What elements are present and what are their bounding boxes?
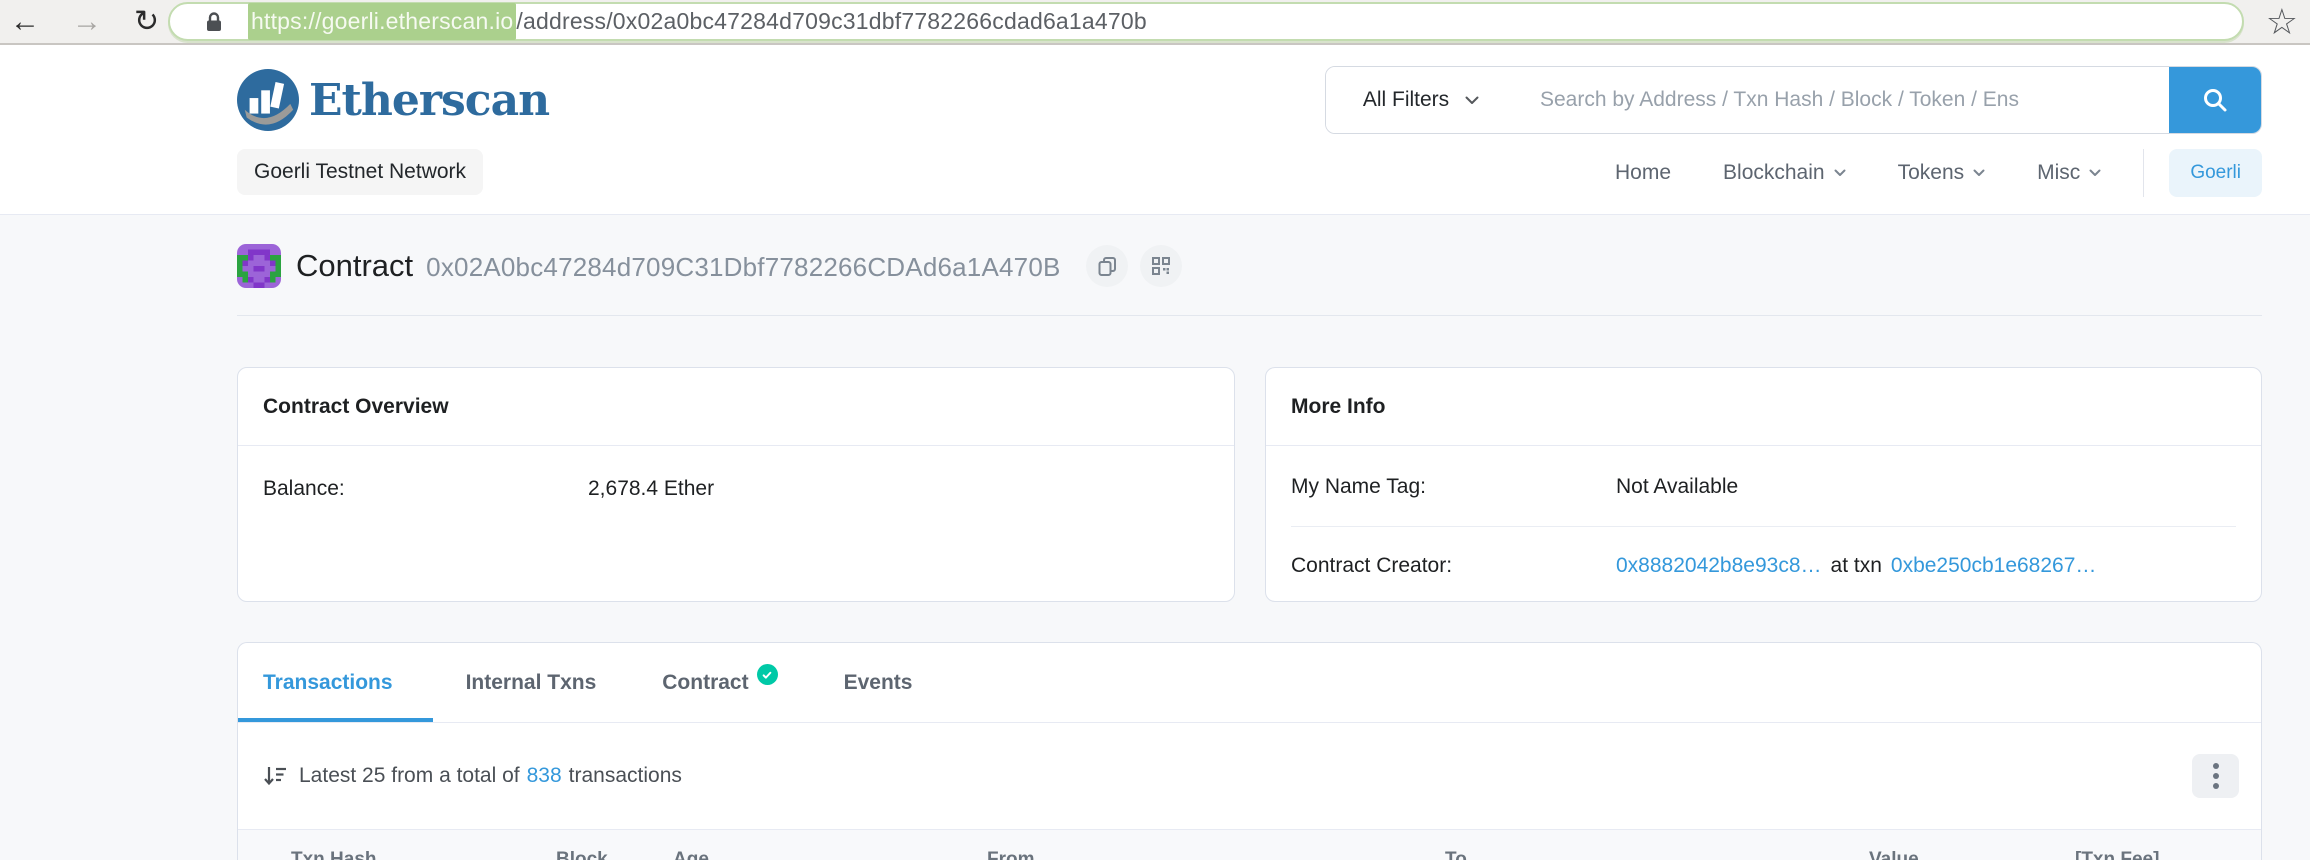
balance-value: 2,678.4 Ether (588, 477, 715, 500)
latest-suffix: transactions (568, 764, 682, 787)
browser-chrome: ← → ↻ https://goerli.etherscan.io/addres… (0, 0, 2310, 45)
transactions-table-header: Txn Hash Block Age From To Value [Txn Fe… (238, 829, 2261, 860)
bookmark-star-icon[interactable]: ☆ (2266, 0, 2298, 43)
row-divider (1291, 526, 2236, 527)
nav-home-label: Home (1615, 161, 1672, 184)
kebab-dot (2212, 763, 2219, 769)
name-tag-value: Not Available (1616, 475, 1739, 498)
network-badge: Goerli Testnet Network (237, 149, 484, 195)
chevron-down-icon (1973, 169, 1985, 176)
nav-blockchain-label: Blockchain (1723, 161, 1825, 184)
latest-transactions-text: Latest 25 from a total of 838 transactions (299, 764, 682, 788)
nav-home[interactable]: Home (1615, 161, 1671, 185)
lock-icon[interactable] (202, 10, 226, 34)
copy-address-button[interactable] (1085, 245, 1128, 287)
etherscan-logo-icon (237, 69, 299, 131)
latest-prefix: Latest 25 from a total of (299, 764, 520, 787)
contract-overview-card: Contract Overview Balance: 2,678.4 Ether (237, 367, 1235, 602)
nav-misc[interactable]: Misc (2037, 161, 2101, 185)
tab-contract[interactable]: Contract (629, 643, 810, 722)
creator-address-link[interactable]: 0x8882042b8e93c8… (1616, 554, 1822, 577)
page-title: Contract (296, 248, 414, 283)
back-icon[interactable]: ← (10, 6, 40, 37)
chevron-down-icon (1834, 169, 1846, 176)
etherscan-logo[interactable]: Etherscan (237, 69, 550, 131)
brand-name: Etherscan (309, 74, 550, 126)
nav-tokens-label: Tokens (1897, 161, 1965, 184)
search-input[interactable] (1516, 67, 2169, 133)
options-kebab-button[interactable] (2192, 754, 2239, 798)
verified-check-icon (756, 664, 778, 685)
balance-label: Balance: (263, 477, 345, 500)
site-header: Etherscan Goerli Testnet Network All Fil… (0, 45, 2310, 215)
col-block: Block (556, 849, 608, 860)
balance-row: Balance: 2,678.4 Ether (238, 477, 1234, 501)
search-filter-label: All Filters (1362, 88, 1450, 111)
nav-tokens[interactable]: Tokens (1898, 161, 1986, 185)
contract-creator-label: Contract Creator: (1291, 554, 1453, 577)
reload-icon[interactable]: ↻ (134, 6, 159, 37)
title-divider (237, 315, 2262, 316)
qr-code-button[interactable] (1139, 245, 1182, 287)
main-nav: Home Blockchain Tokens Misc Goerli (1615, 149, 2262, 197)
url-domain-highlight: https://goerli.etherscan.io (248, 3, 517, 40)
name-tag-row: My Name Tag: Not Available (1266, 475, 2261, 499)
col-from: From (987, 849, 1035, 860)
tab-transactions[interactable]: Transactions (238, 643, 433, 722)
col-age: Age (673, 849, 709, 860)
col-to: To (1445, 849, 1467, 860)
col-txn-hash: Txn Hash (291, 849, 377, 860)
url-path: /address/0x02a0bc47284d709c31dbf7782266c… (516, 8, 1147, 34)
more-info-card: More Info My Name Tag: Not Available Con… (1265, 367, 2262, 602)
qr-code-icon (1151, 257, 1170, 275)
kebab-dot (2212, 783, 2219, 789)
at-txn-text: at txn (1830, 554, 1882, 577)
search-filter-dropdown[interactable]: All Filters (1326, 67, 1516, 133)
chevron-down-icon (2089, 169, 2101, 176)
tab-internal-txns-label: Internal Txns (465, 670, 597, 694)
nav-misc-label: Misc (2037, 161, 2081, 184)
tab-events-label: Events (843, 670, 913, 694)
col-txn-fee: [Txn Fee] (2075, 849, 2160, 860)
more-info-card-title: More Info (1266, 368, 2261, 446)
nav-blockchain[interactable]: Blockchain (1723, 161, 1846, 185)
overview-card-title: Contract Overview (238, 368, 1234, 446)
kebab-dot (2212, 773, 2219, 779)
search-bar: All Filters (1325, 66, 2262, 134)
forward-icon[interactable]: → (72, 6, 102, 37)
transactions-toolbar: Latest 25 from a total of 838 transactions (238, 723, 2261, 829)
search-icon (2204, 89, 2227, 112)
contract-creator-value: 0x8882042b8e93c8… at txn 0xbe250cb1e68267… (1616, 554, 2096, 578)
col-value: Value (1869, 849, 1919, 860)
tab-contract-label: Contract (662, 670, 749, 694)
tab-events[interactable]: Events (811, 643, 946, 722)
page-content: Contract 0x02A0bc47284d709C31Dbf7782266C… (0, 215, 2310, 860)
contract-identicon (237, 244, 281, 288)
address-bar[interactable]: https://goerli.etherscan.io/address/0x02… (168, 2, 2244, 41)
chevron-down-icon (1465, 96, 1479, 104)
search-button[interactable] (2169, 67, 2261, 133)
name-tag-label: My Name Tag: (1291, 475, 1426, 498)
copy-icon (1098, 257, 1116, 276)
network-switch-button[interactable]: Goerli (2169, 149, 2262, 197)
tab-row: Transactions Internal Txns Contract Even… (238, 643, 2261, 723)
transactions-card: Transactions Internal Txns Contract Even… (237, 642, 2262, 860)
nav-divider (2143, 149, 2145, 197)
total-count-link[interactable]: 838 (527, 764, 562, 787)
tab-internal-txns[interactable]: Internal Txns (433, 643, 630, 722)
sort-amount-down-icon (264, 767, 286, 786)
contract-creator-row: Contract Creator: 0x8882042b8e93c8… at tx… (1266, 554, 2261, 578)
creation-txn-link[interactable]: 0xbe250cb1e68267… (1891, 554, 2097, 577)
contract-title-row: Contract 0x02A0bc47284d709C31Dbf7782266C… (237, 244, 1182, 288)
tab-transactions-label: Transactions (263, 670, 393, 694)
contract-address: 0x02A0bc47284d709C31Dbf7782266CDAd6a1A47… (426, 252, 1061, 282)
url-text: https://goerli.etherscan.io/address/0x02… (248, 3, 1147, 40)
